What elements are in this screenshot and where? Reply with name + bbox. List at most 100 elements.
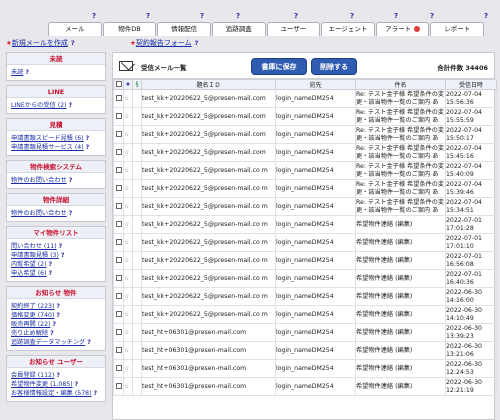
row-checkbox[interactable]	[113, 251, 124, 270]
sidebar-link[interactable]: 希望物件変更 (1,085)	[11, 381, 73, 388]
mail-row[interactable]: ☆ test_kk+20220622_5@presen-mail.com login…	[113, 143, 497, 162]
sender-cell[interactable]: test_kk+20220622_5@presen-mail.co m	[141, 215, 276, 234]
sidebar-link[interactable]: 問い合わせ (11)	[11, 243, 57, 250]
delete-button[interactable]: 削除する	[311, 58, 357, 75]
help-icon[interactable]: ?	[350, 12, 354, 20]
new-mail-link[interactable]: 新規メールを作成	[12, 39, 68, 47]
row-checkbox[interactable]	[113, 377, 124, 396]
row-checkbox[interactable]	[113, 287, 124, 306]
row-checkbox[interactable]	[113, 233, 124, 252]
subject-cell[interactable]: 希望物件連絡 (編集)	[355, 233, 446, 252]
row-checkbox[interactable]	[113, 143, 124, 162]
star-toggle-icon[interactable]: ☆	[123, 89, 133, 108]
mail-row[interactable]: ☆ test_kk+20220622_5@presen-mail.com login…	[113, 125, 497, 144]
help-icon[interactable]: ?	[68, 102, 72, 109]
sidebar-link[interactable]: LINEからの受信 (2)	[11, 102, 66, 109]
help-icon[interactable]: ?	[59, 243, 63, 250]
subject-cell[interactable]: Re: テスト金子様 希望条件の変更・該当物件一覧のご案内 あ	[355, 125, 446, 144]
save-to-archive-button[interactable]: 書庫に保存	[251, 58, 307, 75]
help-icon[interactable]: ?	[146, 12, 150, 20]
star-toggle-icon[interactable]: ☆	[123, 323, 133, 342]
sender-cell[interactable]: test_kk+20220622_5@presen-mail.co m	[141, 233, 276, 252]
subject-cell[interactable]: 希望物件連絡 (編集)	[355, 215, 446, 234]
sender-cell[interactable]: test_kk+20220622_5@presen-mail.com	[141, 143, 276, 162]
help-icon[interactable]: ?	[236, 12, 240, 20]
mail-row[interactable]: ☆ test_kk+20220622_5@presen-mail.com login…	[113, 89, 497, 108]
sender-cell[interactable]: test_ht+06301@presen-mail.com	[141, 359, 276, 378]
star-toggle-icon[interactable]: ☆	[123, 107, 133, 126]
star-toggle-icon[interactable]: ☆	[123, 215, 133, 234]
sender-cell[interactable]: test_kk+20220622_5@presen-mail.co m	[141, 161, 276, 180]
sender-cell[interactable]: test_ht+06301@presen-mail.com	[141, 341, 276, 360]
sender-cell[interactable]: test_kk+20220622_5@presen-mail.co m	[141, 305, 276, 324]
contract-form-link[interactable]: 契約報告フォーム	[136, 39, 192, 47]
help-icon[interactable]: ?	[86, 144, 90, 151]
row-checkbox[interactable]	[113, 179, 124, 198]
help-icon[interactable]: ?	[87, 339, 91, 346]
sidebar-link[interactable]: 物件のお問い合わせ	[11, 177, 67, 184]
select-all-checkbox[interactable]	[113, 79, 124, 90]
star-toggle-icon[interactable]: ☆	[123, 143, 133, 162]
tab-tracking[interactable]: 追跡調査	[211, 22, 266, 36]
row-checkbox[interactable]	[113, 89, 124, 108]
help-icon[interactable]: ?	[25, 69, 29, 76]
sidebar-link[interactable]: 会員登録 (112)	[11, 372, 54, 379]
help-icon[interactable]: ?	[56, 372, 60, 379]
mail-row[interactable]: ☆ test_kk+20220622_5@presen-mail.co m logi…	[113, 161, 497, 180]
mail-row[interactable]: ☆ test_kk+20220622_5@presen-mail.co m logi…	[113, 215, 497, 234]
star-toggle-icon[interactable]: ☆	[123, 197, 133, 216]
row-checkbox[interactable]	[113, 125, 124, 144]
sidebar-link[interactable]: 価格変更 (740)	[11, 312, 54, 319]
row-checkbox[interactable]	[113, 107, 124, 126]
subject-cell[interactable]: 希望物件連絡 (編集)	[355, 287, 446, 306]
tab-property-db[interactable]: 物件DB	[102, 22, 157, 36]
subject-cell[interactable]: Re: テスト金子様 希望条件の変更・該当物件一覧のご案内 あ	[355, 197, 446, 216]
tab-reports[interactable]: レポート	[430, 22, 484, 36]
star-toggle-icon[interactable]: ☆	[123, 377, 133, 396]
sender-cell[interactable]: test_kk+20220622_5@presen-mail.co m	[141, 287, 276, 306]
row-checkbox[interactable]	[113, 359, 124, 378]
subject-cell[interactable]: Re: テスト金子様 希望条件の変更・該当物件一覧のご案内 あ	[355, 89, 446, 108]
sender-cell[interactable]: test_ht+06301@presen-mail.com	[141, 377, 276, 396]
help-icon[interactable]: ?	[61, 252, 65, 259]
sender-cell[interactable]: test_kk+20220622_5@presen-mail.co m	[141, 197, 276, 216]
row-checkbox[interactable]	[113, 197, 124, 216]
help-icon[interactable]: ?	[200, 12, 204, 20]
help-icon[interactable]: ?	[75, 381, 79, 388]
help-icon[interactable]: ?	[430, 12, 434, 20]
sender-cell[interactable]: test_kk+20220622_5@presen-mail.com	[141, 89, 276, 108]
sidebar-link[interactable]: 申請書類見積サービス (4)	[11, 144, 84, 151]
subject-cell[interactable]: 希望物件連絡 (編集)	[355, 251, 446, 270]
tab-info-distribution[interactable]: 情報配信	[157, 22, 211, 36]
star-toggle-icon[interactable]: ☆	[123, 287, 133, 306]
sender-column-header[interactable]: 題名ＩＤ	[141, 79, 276, 90]
mail-row[interactable]: ☆ test_kk+20220622_5@presen-mail.co m logi…	[113, 179, 497, 198]
row-checkbox[interactable]	[113, 215, 124, 234]
help-icon[interactable]: ?	[69, 210, 73, 217]
star-toggle-icon[interactable]: ☆	[123, 233, 133, 252]
mail-row[interactable]: ☆ test_ht+06301@presen-mail.com login_name…	[113, 323, 497, 342]
subject-cell[interactable]: 希望物件連絡 (編集)	[355, 341, 446, 360]
help-icon[interactable]: ?	[69, 177, 73, 184]
help-icon[interactable]: ?	[48, 261, 52, 268]
mail-row[interactable]: ☆ test_kk+20220622_5@presen-mail.co m logi…	[113, 197, 497, 216]
subject-column-header[interactable]: 件名	[355, 79, 446, 90]
sidebar-link[interactable]: 販売再開 (22)	[11, 321, 50, 328]
subject-cell[interactable]: Re: テスト金子様 希望条件の変更・該当物件一覧のご案内 あ	[355, 107, 446, 126]
sidebar-link[interactable]: お客様情報設定・編集 (578)	[11, 390, 91, 397]
mail-row[interactable]: ☆ test_ht+06301@presen-mail.com login_name…	[113, 359, 497, 378]
mail-row[interactable]: ☆ test_kk+20220622_5@presen-mail.com login…	[113, 107, 497, 126]
mail-row[interactable]: ☆ test_kk+20220622_5@presen-mail.co m logi…	[113, 233, 497, 252]
mail-row[interactable]: ☆ test_kk+20220622_5@presen-mail.co m logi…	[113, 269, 497, 288]
subject-cell[interactable]: 希望物件連絡 (編集)	[355, 359, 446, 378]
subject-cell[interactable]: Re: テスト金子様 希望条件の変更・該当物件一覧のご案内 あ	[355, 179, 446, 198]
star-toggle-icon[interactable]: ☆	[123, 251, 133, 270]
sender-cell[interactable]: test_kk+20220622_5@presen-mail.co m	[141, 179, 276, 198]
sidebar-link[interactable]: 申込希望 (6)	[11, 270, 46, 277]
help-icon[interactable]: ?	[394, 12, 398, 20]
sender-cell[interactable]: test_kk+20220622_5@presen-mail.co m	[141, 251, 276, 270]
help-icon[interactable]: ?	[52, 321, 56, 328]
sidebar-link[interactable]: 内覧希望 (2)	[11, 261, 46, 268]
row-checkbox[interactable]	[113, 323, 124, 342]
row-checkbox[interactable]	[113, 305, 124, 324]
